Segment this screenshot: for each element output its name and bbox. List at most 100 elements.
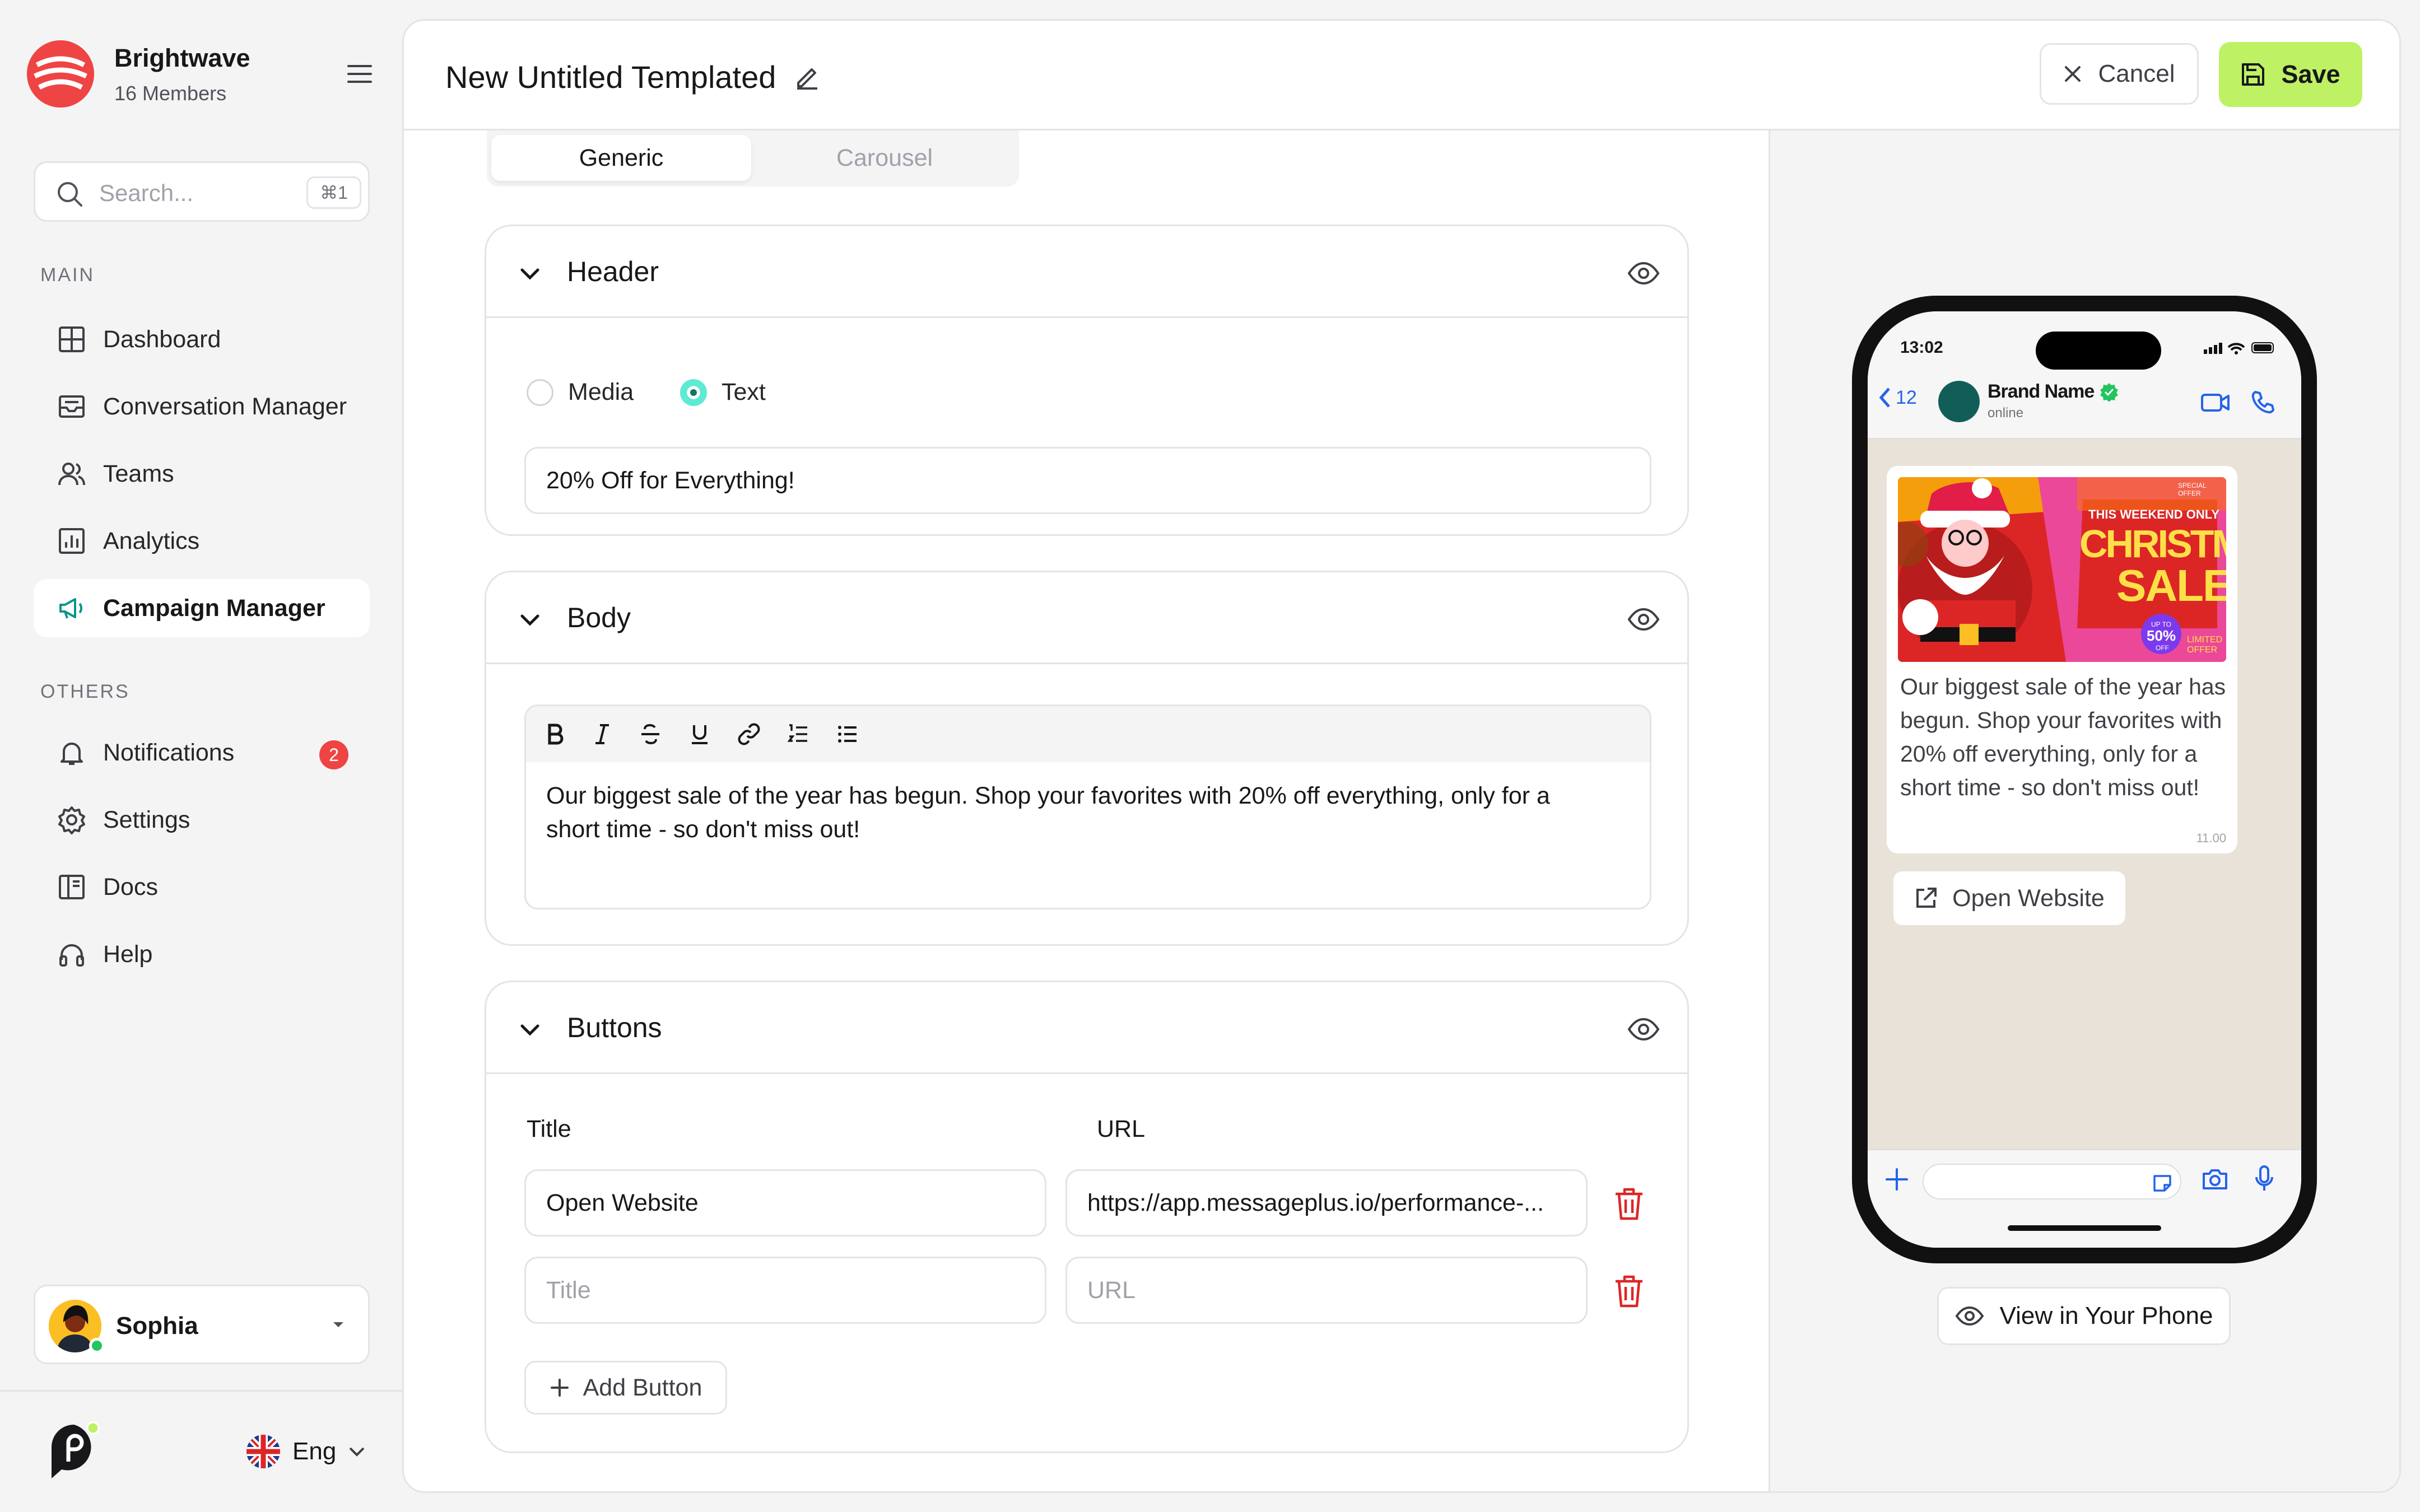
nav-conversation-manager[interactable]: Conversation Manager [34,377,370,436]
nav-analytics[interactable]: Analytics [34,512,370,570]
button-url-input-empty[interactable]: URL [1065,1257,1588,1324]
user-switcher[interactable]: Sophia [34,1285,370,1364]
phone-preview: 13:02 12 Brand Name online THIS WEEKEND … [1852,296,2317,1263]
radio-circle [527,379,553,406]
nav-settings[interactable]: Settings [34,791,370,849]
hamburger-menu-icon[interactable] [346,63,373,85]
button-title-input-empty[interactable]: Title [524,1257,1046,1324]
header-section-toggle[interactable]: Header [486,226,1687,318]
caret-down-icon [333,1322,343,1327]
nav-label: Help [103,940,153,968]
sidebar-divider [0,1390,402,1392]
tab-carousel[interactable]: Carousel [755,135,1014,181]
strikethrough-icon[interactable] [639,723,662,745]
chevron-down-icon [349,1447,365,1457]
template-title: New Untitled Templated [445,59,776,95]
eye-icon[interactable] [1627,1012,1660,1046]
view-in-phone-button[interactable]: View in Your Phone [1937,1287,2231,1345]
nav-teams[interactable]: Teams [34,445,370,503]
italic-icon[interactable] [592,723,612,745]
trash-icon[interactable] [1613,1275,1645,1308]
add-button-button[interactable]: Add Button [524,1361,727,1415]
cancel-button[interactable]: Cancel [2040,43,2199,105]
eye-icon[interactable] [1627,256,1660,290]
chat-header: 13:02 12 Brand Name online [1868,311,2301,439]
nav-docs[interactable]: Docs [34,858,370,916]
link-icon[interactable] [738,723,760,745]
ordered-list-icon[interactable] [787,723,809,745]
microphone-icon[interactable] [2254,1165,2274,1193]
bold-icon[interactable] [545,723,565,745]
radio-text[interactable]: Text [680,379,766,406]
buttons-section-toggle[interactable]: Buttons [486,982,1687,1074]
trash-icon[interactable] [1613,1187,1645,1221]
button-url-input[interactable]: https://app.messageplus.io/performance-.… [1065,1169,1588,1236]
nav-help[interactable]: Help [34,925,370,983]
promo-tagline: THIS WEEKEND ONLY [2088,507,2219,521]
video-call-icon[interactable] [2200,392,2231,413]
radio-label: Text [722,379,766,405]
header-text-input[interactable]: 20% Off for Everything! [524,447,1651,514]
gear-icon [58,806,85,834]
back-button[interactable]: 12 [1878,386,1917,409]
body-rich-text-editor[interactable]: Our biggest sale of the year has begun. … [524,704,1651,909]
section-title: Header [567,256,659,287]
eye-icon [1955,1306,1984,1326]
nav-label: Teams [103,460,174,487]
promo-limited: LIMITED OFFER [2187,635,2223,655]
search-shortcut: ⌘1 [306,176,361,209]
nav-dashboard[interactable]: Dashboard [34,310,370,368]
chat-composer [1868,1149,2301,1248]
status-time: 13:02 [1900,338,1943,357]
phone-call-icon[interactable] [2251,390,2275,414]
status-icons [2204,342,2274,354]
save-label: Save [2281,60,2340,88]
bullet-list-icon[interactable] [836,723,859,745]
dynamic-island [2036,332,2161,370]
message-input[interactable] [1923,1164,2181,1200]
editor-topbar: New Untitled Templated Cancel Save [404,21,2399,130]
radio-media[interactable]: Media [527,379,634,406]
save-button[interactable]: Save [2219,42,2362,107]
nav-label: Analytics [103,527,200,554]
section-title: Body [567,602,631,633]
buttons-section-card: Buttons Title URL Open Website https://a… [485,981,1689,1453]
header-section-card: Header Media Text 20% Off for Everything… [485,225,1689,536]
search-input[interactable]: Search... ⌘1 [34,161,370,222]
user-name: Sophia [116,1312,198,1340]
eye-icon[interactable] [1627,603,1660,636]
edit-pencil-icon[interactable] [794,64,821,91]
workspace-members: 16 Members [114,82,227,105]
sidebar: Brightwave 16 Members Search... ⌘1 MAIN … [0,0,402,1512]
promo-percent: 50% [2147,627,2176,644]
body-section-card: Body Our biggest sale of the year has be… [485,571,1689,946]
brand-avatar [1938,381,1980,422]
nav-label: Docs [103,873,158,900]
preview-open-website-button[interactable]: Open Website [1893,871,2125,925]
nav-notifications[interactable]: Notifications 2 [34,724,370,782]
body-section-toggle[interactable]: Body [486,572,1687,664]
megaphone-icon [59,598,82,619]
sticker-icon[interactable] [2152,1173,2172,1193]
section-others: OTHERS [40,681,130,702]
button-title-input[interactable]: Open Website [524,1169,1046,1236]
nav-label: Dashboard [103,325,221,353]
radio-label: Media [568,379,634,405]
message-bubble: THIS WEEKEND ONLY CHRISTMAS SALE SPECIAL… [1887,466,2237,853]
message-text: Our biggest sale of the year has begun. … [1900,674,2226,800]
page-title: New Untitled Templated [445,59,821,95]
body-text-content[interactable]: Our biggest sale of the year has begun. … [546,779,1599,846]
language-selector[interactable]: Eng [246,1435,365,1468]
tab-generic[interactable]: Generic [491,135,751,181]
add-button-label: Add Button [583,1374,702,1401]
column-url-label: URL [1097,1116,1146,1142]
notification-count-badge: 2 [319,740,348,769]
camera-icon[interactable] [2202,1167,2228,1191]
phone-screen: 13:02 12 Brand Name online THIS WEEKEND … [1868,311,2301,1248]
underline-icon[interactable] [688,723,711,745]
nav-campaign-manager[interactable]: Campaign Manager [34,579,370,637]
plus-icon[interactable] [1884,1167,1909,1192]
chevron-down-icon [520,268,539,280]
inbox-icon [59,395,85,418]
view-in-phone-label: View in Your Phone [1999,1302,2213,1329]
